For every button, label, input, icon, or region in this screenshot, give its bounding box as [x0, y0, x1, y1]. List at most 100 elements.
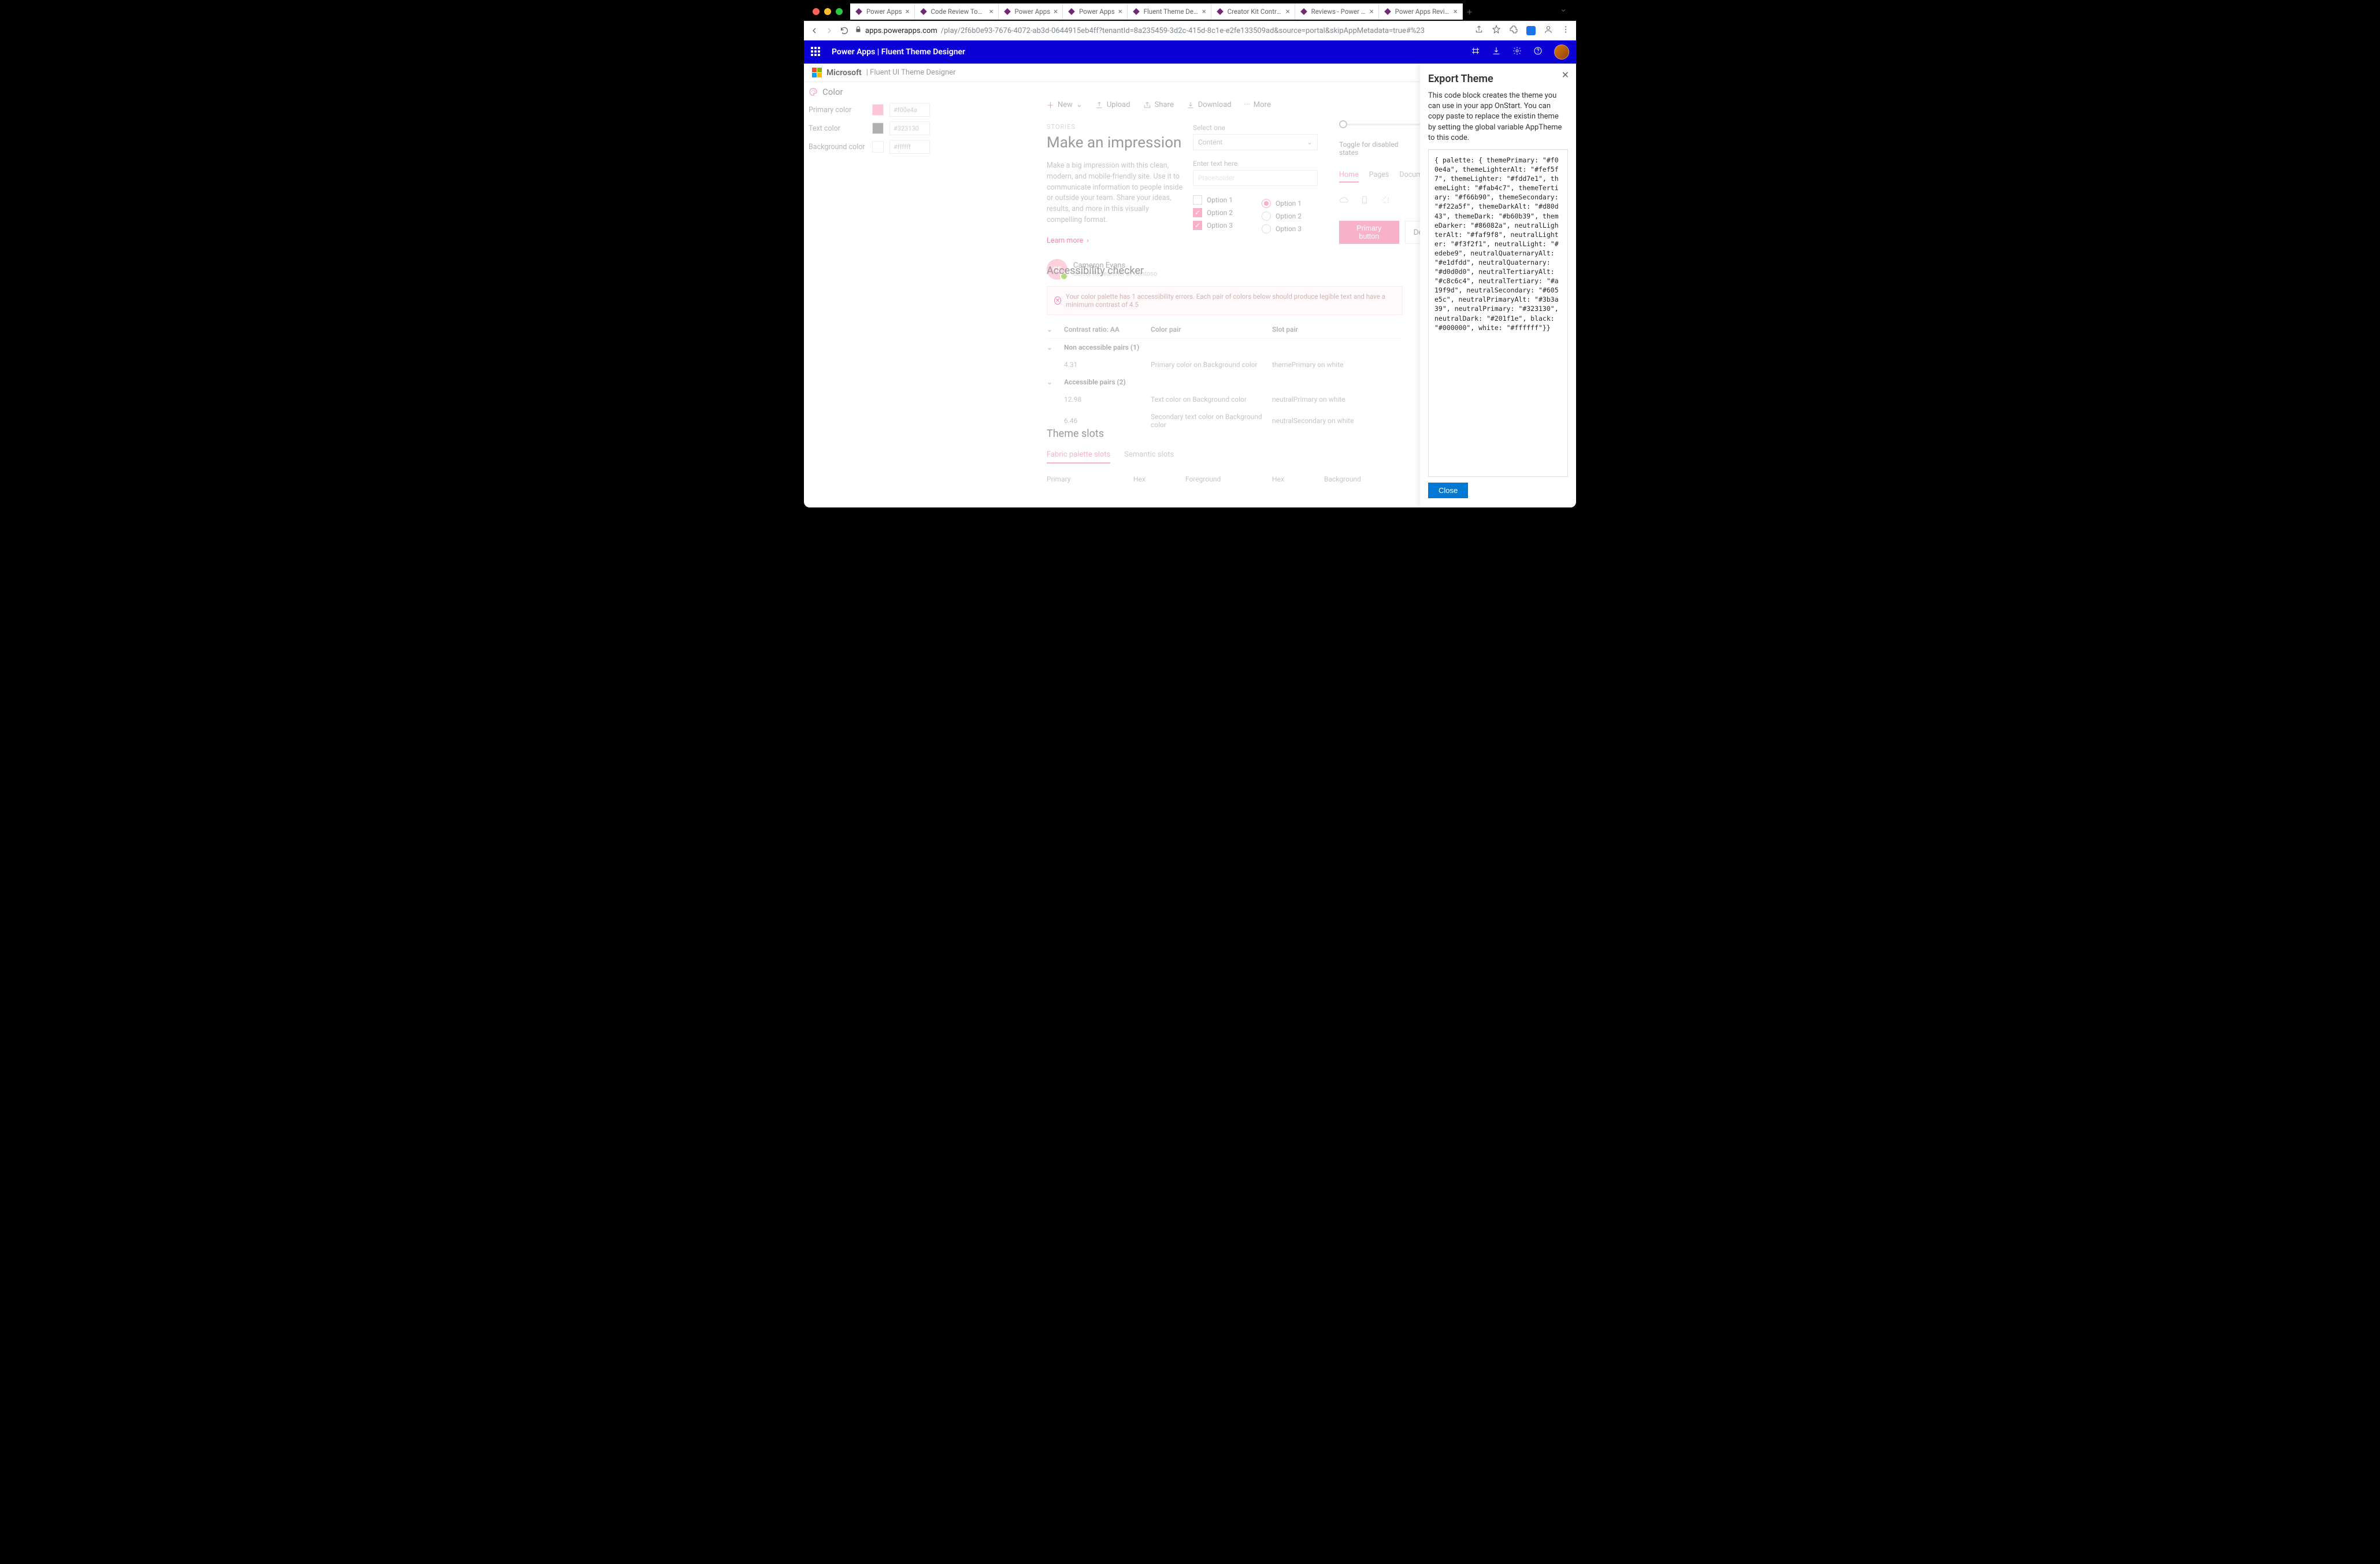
minimize-window-icon[interactable]: [824, 8, 831, 15]
browser-tab[interactable]: Power Apps×: [850, 3, 915, 20]
tab-semantic-slots[interactable]: Semantic slots: [1124, 450, 1174, 464]
maximize-window-icon[interactable]: [836, 8, 843, 15]
theme-slots-heading: Theme slots: [1047, 428, 1403, 440]
close-tab-icon[interactable]: ×: [1054, 8, 1058, 16]
help-icon[interactable]: [1533, 46, 1543, 58]
brand-text: Microsoft: [826, 68, 862, 77]
powerapps-icon: [1003, 8, 1011, 16]
chevron-down-icon[interactable]: ⌄: [1047, 325, 1064, 333]
tab-label: Power Apps: [1079, 8, 1115, 16]
extensions-icon[interactable]: [1509, 25, 1518, 36]
new-tab-button[interactable]: +: [1463, 6, 1477, 17]
extension-badge-icon[interactable]: [1526, 26, 1536, 35]
a11y-error-banner: ✕ Your color palette has 1 accessibility…: [1047, 286, 1403, 315]
browser-tab[interactable]: Power Apps×: [999, 3, 1063, 20]
close-tab-icon[interactable]: ×: [1370, 8, 1374, 16]
theme-slots: Theme slots Fabric palette slots Semanti…: [1047, 428, 1403, 483]
browser-address-bar: apps.powerapps.com/play/2f6b0e93-7676-40…: [804, 21, 1576, 40]
tab-label: Creator Kit Control Referen: [1228, 8, 1282, 16]
radio-option1[interactable]: Option 1: [1262, 199, 1302, 208]
browser-tab[interactable]: Code Review Tool Experim×: [915, 3, 999, 20]
reload-button[interactable]: [840, 26, 849, 35]
download-button[interactable]: Download: [1187, 99, 1232, 110]
radio-option3[interactable]: Option 3: [1262, 224, 1302, 234]
tab-fabric-palette[interactable]: Fabric palette slots: [1047, 450, 1110, 464]
share-icon[interactable]: [1474, 25, 1484, 36]
color-swatch[interactable]: [872, 141, 884, 153]
slot-tabs: Fabric palette slots Semantic slots: [1047, 450, 1403, 464]
close-tab-icon[interactable]: ×: [1118, 8, 1122, 16]
user-avatar[interactable]: [1554, 45, 1569, 60]
dropdown[interactable]: Content⌄: [1193, 134, 1318, 150]
color-row-bg: Background color #ffffff: [809, 140, 947, 154]
profile-icon[interactable]: [1544, 25, 1553, 36]
close-panel-icon[interactable]: ✕: [1562, 69, 1569, 80]
powerapps-icon: [1216, 8, 1224, 16]
tab-label: Reviews - Power Apps: [1311, 8, 1366, 16]
app-launcher-icon[interactable]: [811, 47, 821, 57]
sparkle-icon[interactable]: [1381, 195, 1390, 207]
blurb-text: Make a big impression with this clean, m…: [1047, 161, 1185, 226]
close-tab-icon[interactable]: ×: [1286, 8, 1290, 16]
browser-tab[interactable]: Reviews - Power Apps ×: [1295, 3, 1379, 20]
url-field[interactable]: apps.powerapps.com/play/2f6b0e93-7676-40…: [855, 26, 1469, 35]
powerapps-icon: [1067, 8, 1076, 16]
export-code-box[interactable]: { palette: { themePrimary: "#f00e4a", th…: [1428, 149, 1568, 477]
close-tab-icon[interactable]: ×: [1202, 8, 1206, 16]
a11y-heading: Accessibility checker: [1047, 265, 1403, 277]
close-window-icon[interactable]: [813, 8, 820, 15]
radio-checked-icon: [1262, 199, 1271, 208]
hex-input[interactable]: #323130: [889, 121, 930, 135]
checkbox-checked-icon: ✓: [1193, 208, 1202, 217]
command-bar: ＋New⌄ Upload Share Download ···More: [1047, 99, 1403, 110]
back-button[interactable]: [810, 26, 819, 35]
text-input[interactable]: Placeholder: [1193, 170, 1318, 186]
settings-icon[interactable]: [1512, 46, 1522, 58]
url-path: /play/2f6b0e93-7676-4072-ab3d-0644915eb4…: [941, 27, 1425, 35]
cloud-icon[interactable]: [1339, 195, 1348, 207]
pivot-home[interactable]: Home: [1339, 171, 1359, 183]
url-host: apps.powerapps.com: [865, 27, 937, 35]
share-button[interactable]: Share: [1143, 99, 1174, 110]
forward-button[interactable]: [825, 26, 834, 35]
close-button[interactable]: Close: [1428, 483, 1468, 498]
slot-header-row: Primary Hex Foreground Hex Background: [1047, 475, 1403, 483]
upload-icon: [1095, 101, 1103, 109]
primary-button[interactable]: Primary button: [1339, 221, 1399, 244]
a11y-group-accessible[interactable]: ⌄ Accessible pairs (2): [1047, 373, 1403, 391]
chevron-right-icon: ›: [1087, 236, 1089, 245]
powerapps-icon: [1300, 8, 1308, 16]
chevron-down-icon: ⌄: [1047, 343, 1064, 351]
color-swatch[interactable]: [872, 104, 884, 116]
color-swatch[interactable]: [872, 123, 884, 134]
all-tabs-button[interactable]: [1560, 7, 1567, 16]
window-traffic-lights[interactable]: [813, 8, 843, 15]
close-tab-icon[interactable]: ×: [1454, 8, 1458, 16]
close-tab-icon[interactable]: ×: [989, 8, 993, 16]
hex-input[interactable]: #f00e4a: [889, 103, 930, 117]
color-label: Background color: [809, 143, 866, 151]
powerapps-icon: [855, 8, 863, 16]
browser-tab[interactable]: Creator Kit Control Referen ×: [1211, 3, 1295, 20]
new-button[interactable]: ＋New⌄: [1047, 99, 1083, 110]
a11y-group-non-accessible[interactable]: ⌄ Non accessible pairs (1): [1047, 339, 1403, 356]
download-icon[interactable]: [1492, 46, 1501, 58]
menu-icon[interactable]: [1561, 25, 1570, 36]
browser-tab-active[interactable]: Fluent Theme Designer - P×: [1128, 3, 1211, 20]
close-tab-icon[interactable]: ×: [906, 8, 910, 16]
a11y-row: 4.31Primary color on Background colorthe…: [1047, 356, 1403, 373]
hex-input[interactable]: #ffffff: [889, 140, 930, 154]
more-button[interactable]: ···More: [1244, 99, 1271, 110]
pivot-pages[interactable]: Pages: [1369, 171, 1389, 183]
upload-button[interactable]: Upload: [1095, 99, 1130, 110]
slider-thumb[interactable]: [1339, 120, 1347, 128]
fit-icon[interactable]: [1471, 46, 1480, 58]
bookmark-icon[interactable]: [1492, 25, 1501, 36]
mobile-icon[interactable]: [1360, 195, 1369, 207]
left-panel: Color Primary color #f00e4a Text color #…: [809, 87, 947, 158]
plus-icon: ＋: [1047, 99, 1054, 110]
radio-option2[interactable]: Option 2: [1262, 212, 1302, 221]
color-row-text: Text color #323130: [809, 121, 947, 135]
browser-tab[interactable]: Power Apps Review Tool -×: [1379, 3, 1463, 20]
browser-tab[interactable]: Power Apps×: [1063, 3, 1128, 20]
